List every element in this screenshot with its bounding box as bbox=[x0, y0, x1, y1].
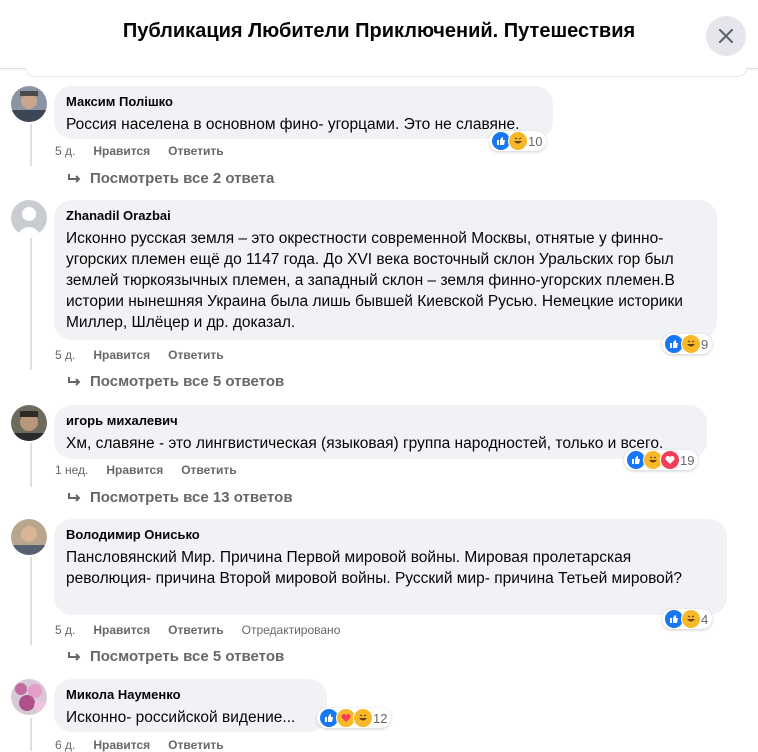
reply-button[interactable]: Ответить bbox=[181, 463, 236, 477]
view-replies-button[interactable]: Посмотреть все 13 ответов bbox=[68, 489, 293, 506]
like-button[interactable]: Нравится bbox=[93, 623, 150, 637]
dialog-header: Публикация Любители Приключений. Путешес… bbox=[0, 0, 758, 69]
comment-bubble: Zhanadil Orazbai Исконно русская земля –… bbox=[54, 200, 717, 340]
haha-reaction-icon bbox=[353, 708, 373, 728]
edited-label[interactable]: Отредактировано bbox=[242, 623, 341, 637]
reply-button[interactable]: Ответить bbox=[168, 144, 223, 158]
reaction-count: 4 bbox=[701, 611, 709, 627]
comment-actions: 5 д. Нравится Ответить Отредактировано bbox=[55, 623, 358, 637]
comment-bubble: Микола Науменко Исконно- российской виде… bbox=[54, 679, 327, 732]
comment-time[interactable]: 1 нед. bbox=[55, 463, 88, 477]
comment-time[interactable]: 5 д. bbox=[55, 144, 75, 158]
avatar[interactable] bbox=[11, 519, 47, 555]
view-replies-label: Посмотреть все 5 ответов bbox=[90, 648, 285, 665]
reply-arrow-icon bbox=[68, 376, 81, 386]
comment-text: Исконно- российской видение... bbox=[66, 709, 296, 726]
reply-button[interactable]: Ответить bbox=[168, 738, 223, 752]
reaction-summary[interactable]: 4 bbox=[662, 609, 713, 629]
reply-button[interactable]: Ответить bbox=[168, 623, 223, 637]
thread-line bbox=[30, 557, 32, 645]
close-icon bbox=[718, 28, 734, 44]
like-button[interactable]: Нравится bbox=[106, 463, 163, 477]
comment-actions: 5 д. Нравится Ответить bbox=[55, 144, 242, 158]
previous-content-edge bbox=[25, 68, 747, 77]
comment-text: Россия населена в основном фино- угорцам… bbox=[66, 116, 520, 133]
view-replies-label: Посмотреть все 2 ответа bbox=[90, 170, 275, 187]
reaction-summary[interactable]: 12 bbox=[317, 708, 392, 728]
comment-bubble: Володимир Онисько Пансловянский Мир. При… bbox=[54, 519, 727, 615]
comment-author[interactable]: Микола Науменко bbox=[66, 687, 315, 703]
dialog-title: Публикация Любители Приключений. Путешес… bbox=[122, 20, 636, 42]
avatar[interactable] bbox=[11, 679, 47, 715]
reaction-summary[interactable]: 9 bbox=[662, 334, 713, 354]
comment-author[interactable]: Володимир Онисько bbox=[66, 527, 715, 543]
comment-bubble: игорь михалевич Хм, славяне - это лингви… bbox=[54, 405, 707, 459]
thread-line bbox=[30, 443, 32, 487]
thread-line bbox=[30, 238, 32, 370]
comment-author[interactable]: Максим Полішко bbox=[66, 94, 541, 110]
comment-author[interactable]: игорь михалевич bbox=[66, 413, 695, 429]
avatar[interactable] bbox=[11, 405, 47, 441]
reply-arrow-icon bbox=[68, 651, 81, 661]
view-replies-button[interactable]: Посмотреть все 2 ответа bbox=[68, 170, 274, 187]
comment-author[interactable]: Zhanadil Orazbai bbox=[66, 208, 705, 224]
comment-time[interactable]: 5 д. bbox=[55, 348, 75, 362]
view-replies-label: Посмотреть все 13 ответов bbox=[90, 489, 293, 506]
reaction-summary[interactable]: 19 bbox=[624, 450, 699, 470]
comment-actions: 5 д. Нравится Ответить bbox=[55, 348, 242, 362]
comment-text: Хм, славяне - это лингвистическая (языко… bbox=[66, 435, 664, 452]
reply-button[interactable]: Ответить bbox=[168, 348, 223, 362]
like-button[interactable]: Нравится bbox=[93, 738, 150, 752]
reaction-count: 12 bbox=[373, 710, 388, 726]
comment-bubble: Максим Полішко Россия населена в основно… bbox=[54, 86, 553, 139]
comment-actions: 6 д. Нравится Ответить bbox=[55, 738, 242, 752]
thread-line bbox=[30, 718, 32, 751]
avatar[interactable] bbox=[11, 200, 47, 236]
close-button[interactable] bbox=[706, 16, 746, 56]
haha-reaction-icon bbox=[681, 334, 701, 354]
reply-arrow-icon bbox=[68, 173, 81, 183]
reaction-count: 9 bbox=[701, 336, 709, 352]
reaction-count: 19 bbox=[680, 452, 695, 468]
view-replies-label: Посмотреть все 5 ответов bbox=[90, 373, 285, 390]
comment-time[interactable]: 5 д. bbox=[55, 623, 75, 637]
reaction-count: 10 bbox=[528, 133, 543, 149]
thread-line bbox=[30, 124, 32, 166]
view-replies-button[interactable]: Посмотреть все 5 ответов bbox=[68, 373, 284, 390]
love-reaction-icon bbox=[660, 450, 680, 470]
reply-arrow-icon bbox=[68, 492, 81, 502]
comment-actions: 1 нед. Нравится Ответить bbox=[55, 463, 255, 477]
view-replies-button[interactable]: Посмотреть все 5 ответов bbox=[68, 648, 284, 665]
comment-text: Исконно русская земля – это окрестности … bbox=[66, 230, 683, 331]
haha-reaction-icon bbox=[508, 131, 528, 151]
reaction-summary[interactable]: 10 bbox=[489, 131, 547, 151]
comment-time[interactable]: 6 д. bbox=[55, 738, 75, 752]
haha-reaction-icon bbox=[681, 609, 701, 629]
like-button[interactable]: Нравится bbox=[93, 348, 150, 362]
like-button[interactable]: Нравится bbox=[93, 144, 150, 158]
avatar[interactable] bbox=[11, 86, 47, 122]
comment-text: Пансловянский Мир. Причина Первой мирово… bbox=[66, 549, 683, 587]
